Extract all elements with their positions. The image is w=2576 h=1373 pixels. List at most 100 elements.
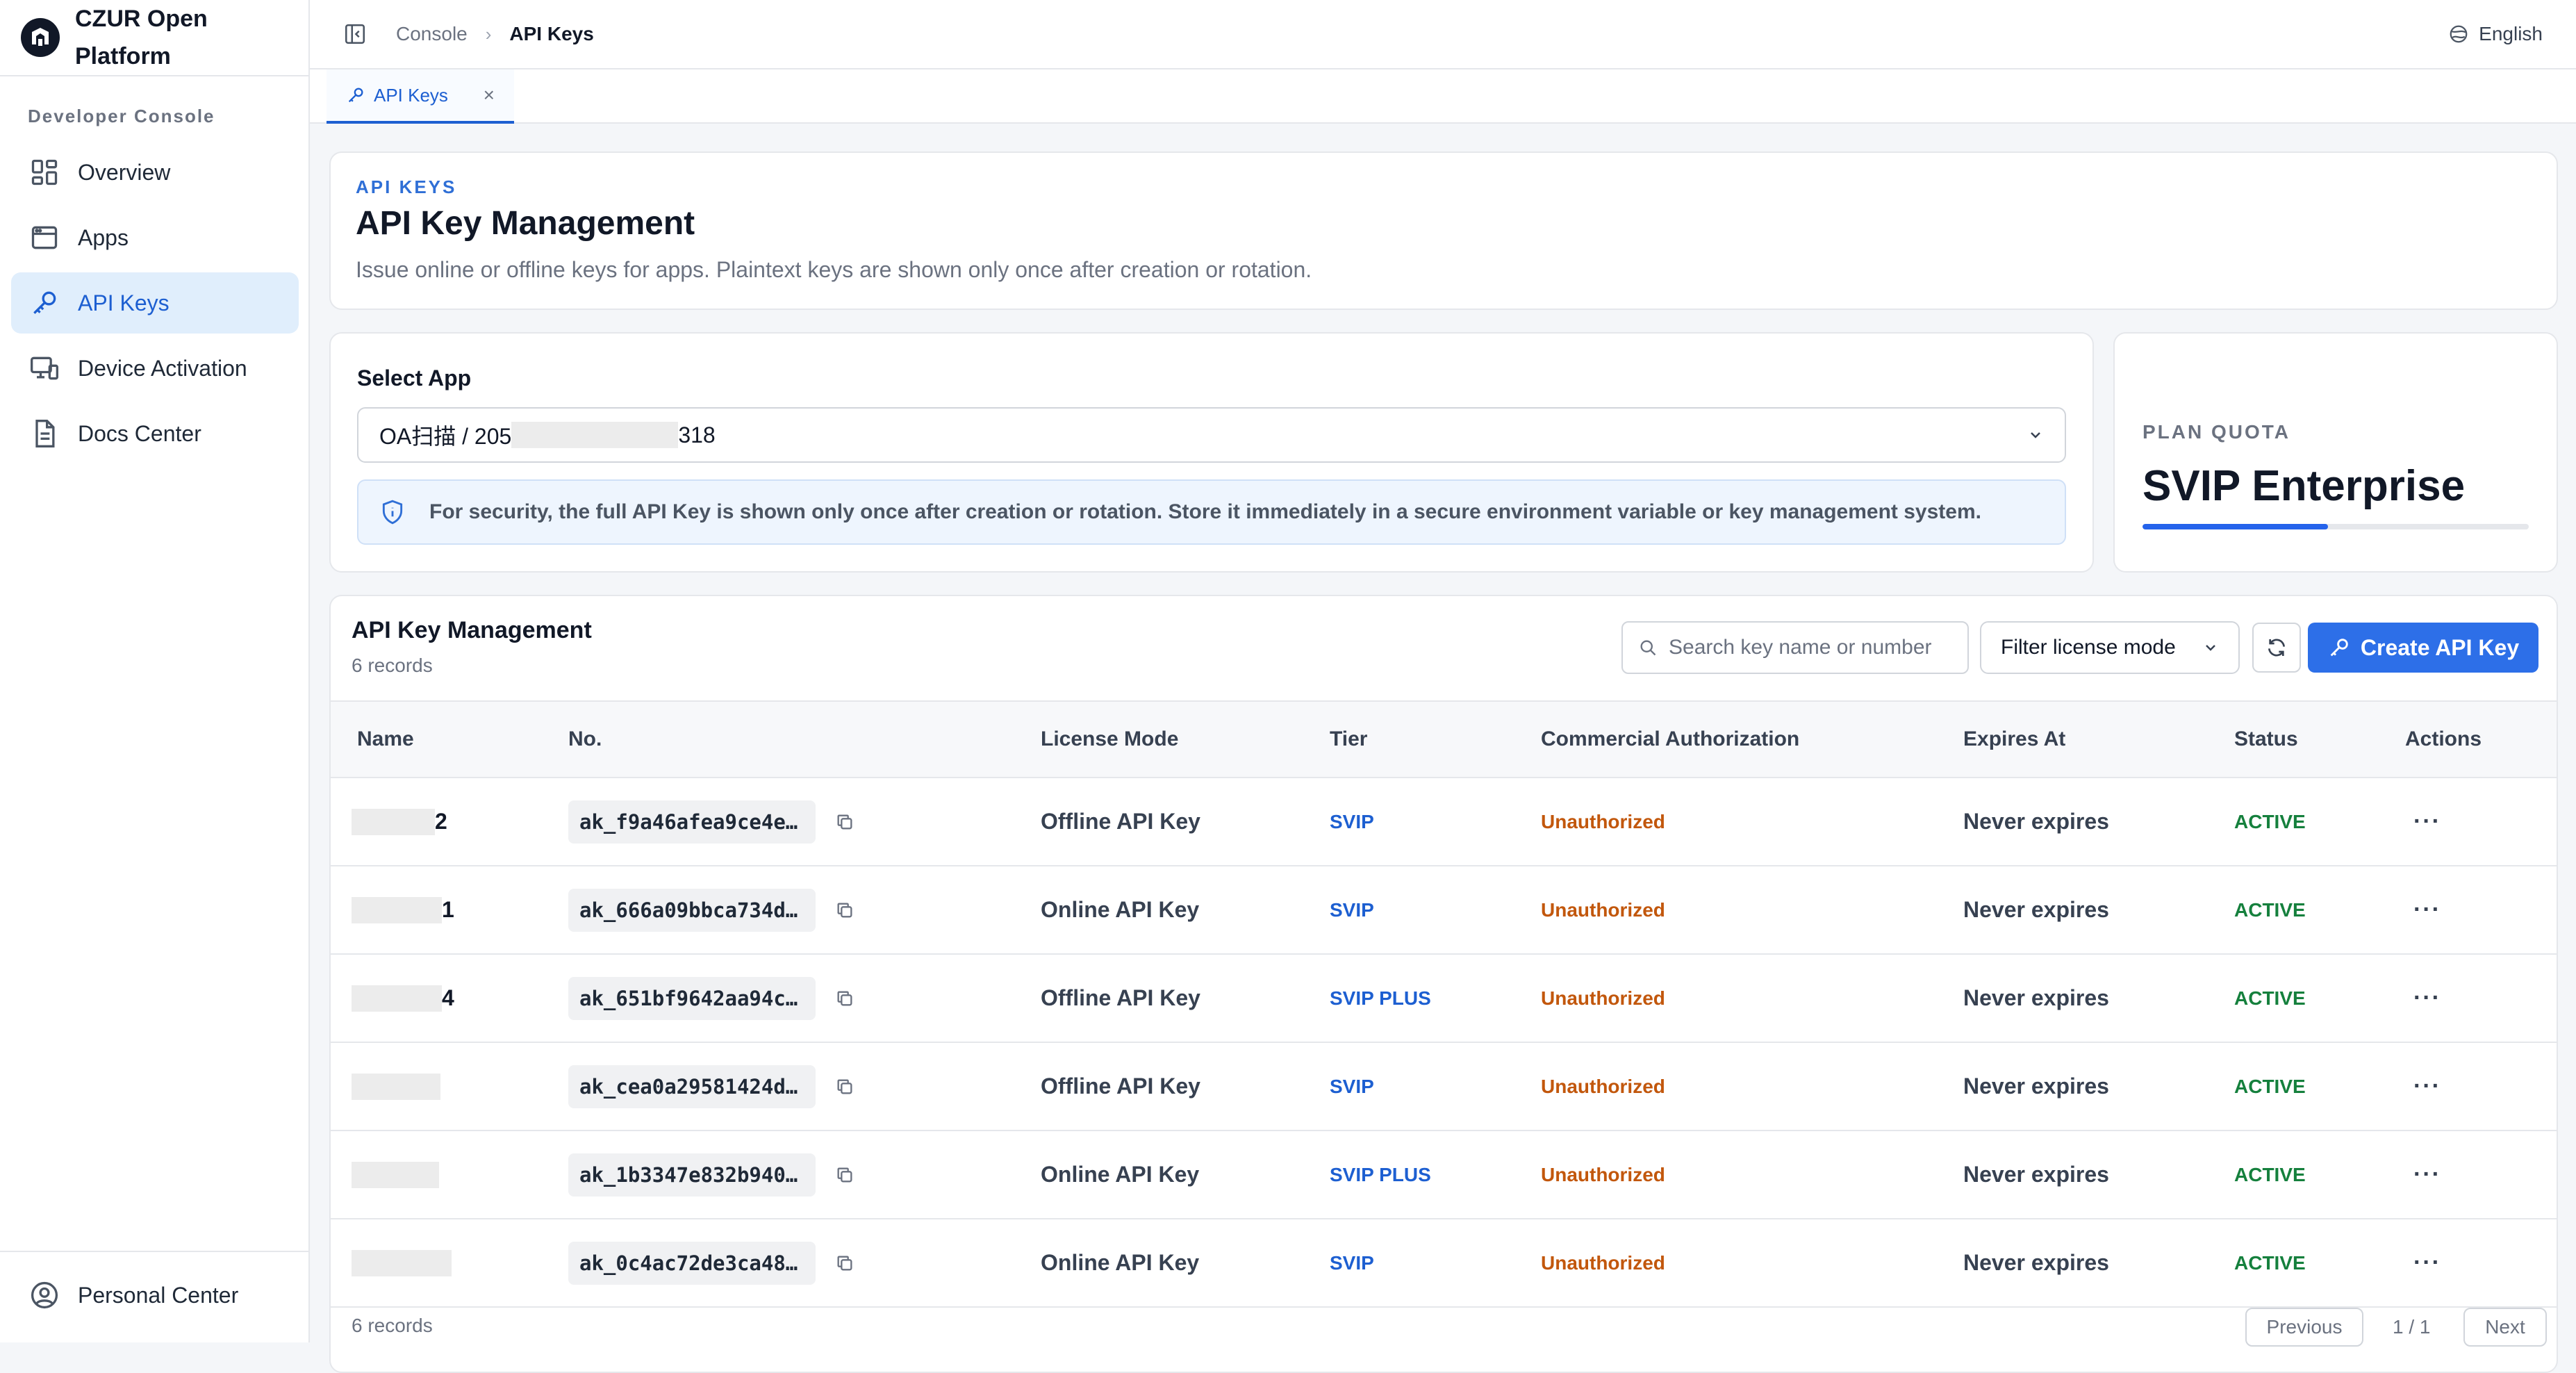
close-icon[interactable]: × — [484, 84, 495, 106]
quota-plan: SVIP Enterprise — [2142, 462, 2466, 510]
breadcrumb-console[interactable]: Console — [396, 23, 468, 45]
expires-at: Never expires — [1963, 1074, 2109, 1099]
copy-icon[interactable] — [835, 1253, 854, 1273]
tab-label: API Keys — [374, 84, 448, 106]
redacted-block — [511, 422, 679, 448]
table-row: ak_1b3347e832b940… Online API Key SVIP PLU… — [331, 1131, 2557, 1219]
app-select[interactable]: OA扫描 / 205 318 — [357, 407, 2066, 463]
sidebar-item-personal-center[interactable]: Personal Center — [11, 1265, 297, 1326]
sidebar-item-device-activation[interactable]: Device Activation — [11, 338, 299, 399]
key-name-suffix: 4 — [442, 985, 454, 1010]
security-notice-text: For security, the full API Key is shown … — [429, 500, 1981, 523]
key-number: ak_666a09bbca734d… — [568, 888, 816, 932]
next-button[interactable]: Next — [2463, 1308, 2547, 1347]
expires-at: Never expires — [1963, 897, 2109, 922]
status-badge: ACTIVE — [2234, 1251, 2306, 1274]
key-name-cell: 4 — [352, 955, 454, 1042]
column-header: Status — [2234, 727, 2298, 750]
table-row: 2 ak_f9a46afea9ce4e… Offline API Key SVIP Un… — [331, 778, 2557, 866]
sidebar: CZUR Open Platform Developer Console Ove… — [0, 0, 310, 1342]
tier-badge: SVIP — [1330, 1251, 1374, 1274]
status-badge: ACTIVE — [2234, 1163, 2306, 1185]
brand[interactable]: CZUR Open Platform — [0, 0, 308, 76]
refresh-button[interactable] — [2252, 623, 2301, 673]
intro-card: API KEYS API Key Management Issue online… — [329, 151, 2558, 310]
sidebar-item-apps[interactable]: Apps — [11, 207, 299, 268]
key-number-cell: ak_0c4ac72de3ca48… — [568, 1219, 854, 1306]
previous-button[interactable]: Previous — [2245, 1308, 2363, 1347]
key-name-cell — [352, 1043, 440, 1130]
table-footer: 6 records Previous 1 / 1 Next — [331, 1308, 2557, 1349]
key-icon — [29, 288, 60, 318]
sidebar-item-overview[interactable]: Overview — [11, 142, 299, 203]
table-title: API Key Management — [352, 617, 592, 643]
window-icon — [29, 222, 60, 253]
authorization-status: Unauthorized — [1541, 810, 1665, 832]
sidebar-item-label: Docs Center — [78, 420, 201, 446]
status-badge: ACTIVE — [2234, 1075, 2306, 1097]
table-row: 1 ak_666a09bbca734d… Online API Key SVIP Una… — [331, 866, 2557, 955]
authorization-status: Unauthorized — [1541, 898, 1665, 921]
redacted-block — [352, 1249, 452, 1276]
tier-badge: SVIP — [1330, 1075, 1374, 1097]
chevron-down-icon — [2202, 639, 2219, 656]
refresh-icon — [2265, 636, 2288, 659]
copy-icon[interactable] — [835, 901, 854, 920]
czur-logo-icon — [21, 18, 60, 57]
redacted-block — [352, 808, 435, 835]
key-number-cell: ak_cea0a29581424d… — [568, 1043, 854, 1130]
copy-icon[interactable] — [835, 1165, 854, 1185]
table-row: ak_cea0a29581424d… Offline API Key SVIP Una… — [331, 1043, 2557, 1131]
more-actions-icon[interactable]: ··· — [2413, 1131, 2441, 1218]
globe-icon — [2448, 24, 2469, 44]
more-actions-icon[interactable]: ··· — [2413, 778, 2441, 865]
more-actions-icon[interactable]: ··· — [2413, 1219, 2441, 1306]
license-mode: Online API Key — [1041, 1250, 1200, 1275]
key-name-cell: 2 — [352, 778, 447, 865]
expires-at: Never expires — [1963, 1250, 2109, 1275]
more-actions-icon[interactable]: ··· — [2413, 866, 2441, 953]
expires-at: Never expires — [1963, 809, 2109, 834]
copy-icon[interactable] — [835, 812, 854, 832]
column-header: License Mode — [1041, 727, 1179, 750]
language-switcher[interactable]: English — [2448, 23, 2543, 45]
tier-badge: SVIP — [1330, 810, 1374, 832]
copy-icon[interactable] — [835, 1077, 854, 1096]
quota-progress-fill — [2142, 524, 2328, 529]
sidebar-item-label: Overview — [78, 159, 171, 185]
security-notice: For security, the full API Key is shown … — [357, 479, 2066, 545]
search-placeholder: Search key name or number — [1669, 636, 1932, 659]
status-badge: ACTIVE — [2234, 987, 2306, 1009]
authorization-status: Unauthorized — [1541, 1075, 1665, 1097]
page-subtitle: Issue online or offline keys for apps. P… — [356, 257, 1312, 282]
select-app-card: Select App OA扫描 / 205 318 For security, … — [329, 332, 2094, 573]
more-actions-icon[interactable]: ··· — [2413, 955, 2441, 1042]
shield-info-icon — [379, 499, 406, 525]
more-actions-icon[interactable]: ··· — [2413, 1043, 2441, 1130]
sidebar-toggle-icon[interactable] — [343, 22, 367, 46]
column-header: Expires At — [1963, 727, 2066, 750]
column-header: No. — [568, 727, 602, 750]
key-name-suffix: 2 — [435, 809, 447, 834]
sidebar-item-label: Device Activation — [78, 355, 247, 381]
redacted-block — [352, 1073, 440, 1100]
search-input[interactable]: Search key name or number — [1621, 621, 1969, 674]
page-indicator: 1 / 1 — [2393, 1316, 2431, 1338]
select-app-label: Select App — [357, 365, 472, 390]
create-api-key-button[interactable]: Create API Key — [2308, 623, 2538, 673]
quota-progress — [2142, 524, 2529, 529]
copy-icon[interactable] — [835, 989, 854, 1008]
tab-api-keys[interactable]: API Keys × — [327, 69, 514, 124]
chevron-down-icon — [2027, 427, 2044, 443]
plan-quota-card: PLAN QUOTA SVIP Enterprise — [2113, 332, 2558, 573]
sidebar-item-label: Personal Center — [78, 1282, 239, 1308]
search-icon — [1638, 638, 1658, 657]
license-mode: Offline API Key — [1041, 1074, 1200, 1099]
api-keys-table-card: API Key Management 6 records Search key … — [329, 595, 2558, 1373]
sidebar-item-docs-center[interactable]: Docs Center — [11, 403, 299, 464]
license-mode-filter[interactable]: Filter license mode — [1980, 621, 2240, 674]
key-name-cell — [352, 1219, 452, 1306]
language-label: English — [2479, 23, 2543, 44]
key-number: ak_651bf9642aa94c… — [568, 976, 816, 1020]
sidebar-item-api-keys[interactable]: API Keys — [11, 272, 299, 334]
